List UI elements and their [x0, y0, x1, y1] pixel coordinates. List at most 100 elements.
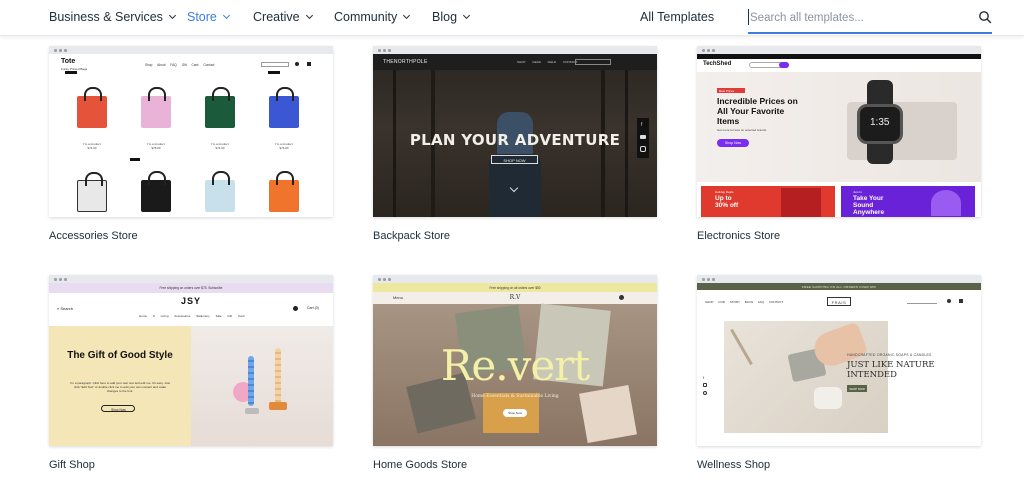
site-menu: SHOP OUR STORY BLOG FAQ CONTACT [705, 300, 784, 304]
chevron-down-icon [305, 11, 313, 20]
template-title[interactable]: Accessories Store [49, 230, 138, 242]
hero-body: I'm a paragraph. Click here to add your … [70, 381, 170, 393]
template-title[interactable]: Backpack Store [373, 230, 450, 242]
site-menu: Home & Living Accessories Stationery Sal… [139, 314, 245, 318]
hero-left-panel: The Gift of Good Style I'm a paragraph. … [49, 326, 191, 446]
facebook-icon: f [641, 122, 643, 128]
hero-cta: Shop Now [503, 409, 527, 417]
template-thumbnail[interactable]: FREE SHIPPING ON ALL ORDERS OVER $50 SHO… [697, 275, 981, 446]
instagram-icon [640, 146, 646, 152]
chevron-down-icon [168, 11, 176, 20]
hero-headline: JUST LIKE NATURE INTENDED [847, 360, 935, 380]
hero-cta: SHOP NOW [847, 385, 867, 392]
site-menu: Shop About FAQ Gift Card Contact [145, 63, 215, 67]
site-search-box [907, 299, 937, 304]
cart-icon [307, 62, 311, 66]
product-image [77, 87, 107, 128]
promo-holiday: Holiday Deals Up to 30% off [701, 186, 835, 217]
product-image [205, 87, 235, 128]
site-preview: THENORTHPOLE SHOP GEAR FIELD CONTACT PLA… [373, 54, 657, 217]
template-thumbnail[interactable]: THENORTHPOLE SHOP GEAR FIELD CONTACT PLA… [373, 46, 657, 217]
watch-face: 1:35 [857, 104, 903, 144]
site-banner: Free shipping on orders over $75. Subscr… [49, 283, 333, 293]
site-brand: Tote [61, 58, 76, 65]
template-thumbnail[interactable]: Tote Funky Printed Bags Shop About FAQ G… [49, 46, 333, 217]
promo-sound: Just In Take Your Sound Anywhere [841, 186, 975, 217]
dried-flower [730, 328, 753, 366]
browser-chrome [697, 46, 981, 54]
template-title[interactable]: Electronics Store [697, 230, 780, 242]
site-logo-box: FRAIS [827, 297, 851, 306]
site-banner: FREE SHIPPING ON ALL ORDERS OVER $50 [697, 283, 981, 290]
avatar-icon [293, 306, 298, 311]
site-preview: TechShed Best Prices Incredible Prices o… [697, 54, 981, 217]
avatar-icon [947, 299, 951, 303]
search-input[interactable] [750, 8, 970, 28]
product-price: $78.00 [151, 146, 161, 150]
chevron-down-icon [462, 11, 471, 20]
site-brand: THENORTHPOLE [383, 59, 428, 65]
site-header: Menu R.V [373, 292, 657, 304]
site-preview: Tote Funky Printed Bags Shop About FAQ G… [49, 54, 333, 217]
nav-store[interactable]: Store [187, 10, 230, 24]
browser-chrome [373, 46, 657, 54]
product-image [141, 171, 171, 212]
top-navigation: Business & Services Store Creative Commu… [0, 0, 1024, 36]
avatar-icon [619, 295, 624, 300]
product-image [269, 171, 299, 212]
template-thumbnail[interactable]: Free shipping on all orders over $50 Men… [373, 275, 657, 446]
site-preview: Free shipping on all orders over $50 Men… [373, 283, 657, 446]
hero-image [191, 326, 333, 446]
all-templates-link[interactable]: All Templates [640, 10, 714, 24]
cart-icon [959, 299, 963, 303]
sale-tag [268, 71, 280, 74]
nav-business-services[interactable]: Business & Services [49, 10, 176, 24]
site-topbar [697, 54, 981, 59]
site-brand: TechShed [703, 61, 732, 67]
nav-label: Community [334, 10, 398, 24]
hero-subtext: Get more for less on selected brands [717, 128, 767, 132]
hero-eyebrow: HANDCRAFTED ORGANIC SOAPS & CANDLES [847, 353, 932, 357]
nav-blog[interactable]: Blog [432, 10, 471, 24]
ceramic-jar [814, 387, 842, 409]
hero-cta: Shop Now [717, 139, 749, 147]
blue-candle [248, 356, 254, 406]
pinterest-icon [703, 391, 707, 395]
site-search-box [261, 62, 289, 67]
nav-label: Blog [432, 10, 458, 24]
site-menu: SHOP GEAR FIELD CONTACT [517, 60, 578, 64]
candle-holder [245, 408, 259, 414]
template-title[interactable]: Wellness Shop [697, 459, 770, 471]
search-icon[interactable] [978, 10, 992, 24]
nav-creative[interactable]: Creative [253, 10, 313, 24]
promo-image [781, 188, 821, 217]
site-search-button [779, 62, 789, 68]
browser-chrome [697, 275, 981, 283]
instagram-icon [703, 383, 707, 387]
site-preview: FREE SHIPPING ON ALL ORDERS OVER $50 SHO… [697, 283, 981, 446]
hero-subtext: Home Essentials & Sustainable Living [471, 394, 559, 399]
browser-chrome [373, 275, 657, 283]
browser-chrome [49, 275, 333, 283]
cream-candle [275, 348, 281, 404]
chevron-down-icon [222, 11, 230, 20]
hero-cta: Shop Now [101, 405, 135, 412]
hero-badge: Best Prices [717, 88, 745, 93]
site-banner: Free shipping on all orders over $50 [373, 283, 657, 292]
candle-holder [269, 402, 287, 410]
template-thumbnail[interactable]: TechShed Best Prices Incredible Prices o… [697, 46, 981, 217]
avatar-icon [295, 62, 299, 66]
product-image [269, 87, 299, 128]
product-image [77, 172, 107, 212]
sale-tag [65, 71, 77, 74]
site-search-box [575, 59, 611, 65]
site-cart: Cart (0) [307, 306, 319, 310]
promo-image [931, 190, 961, 216]
youtube-icon [640, 135, 646, 139]
browser-chrome [49, 46, 333, 54]
template-thumbnail[interactable]: Free shipping on orders over $75. Subscr… [49, 275, 333, 446]
template-title[interactable]: Home Goods Store [373, 459, 467, 471]
nav-community[interactable]: Community [334, 10, 411, 24]
template-title[interactable]: Gift Shop [49, 459, 95, 471]
site-brand: JSY [180, 296, 201, 306]
